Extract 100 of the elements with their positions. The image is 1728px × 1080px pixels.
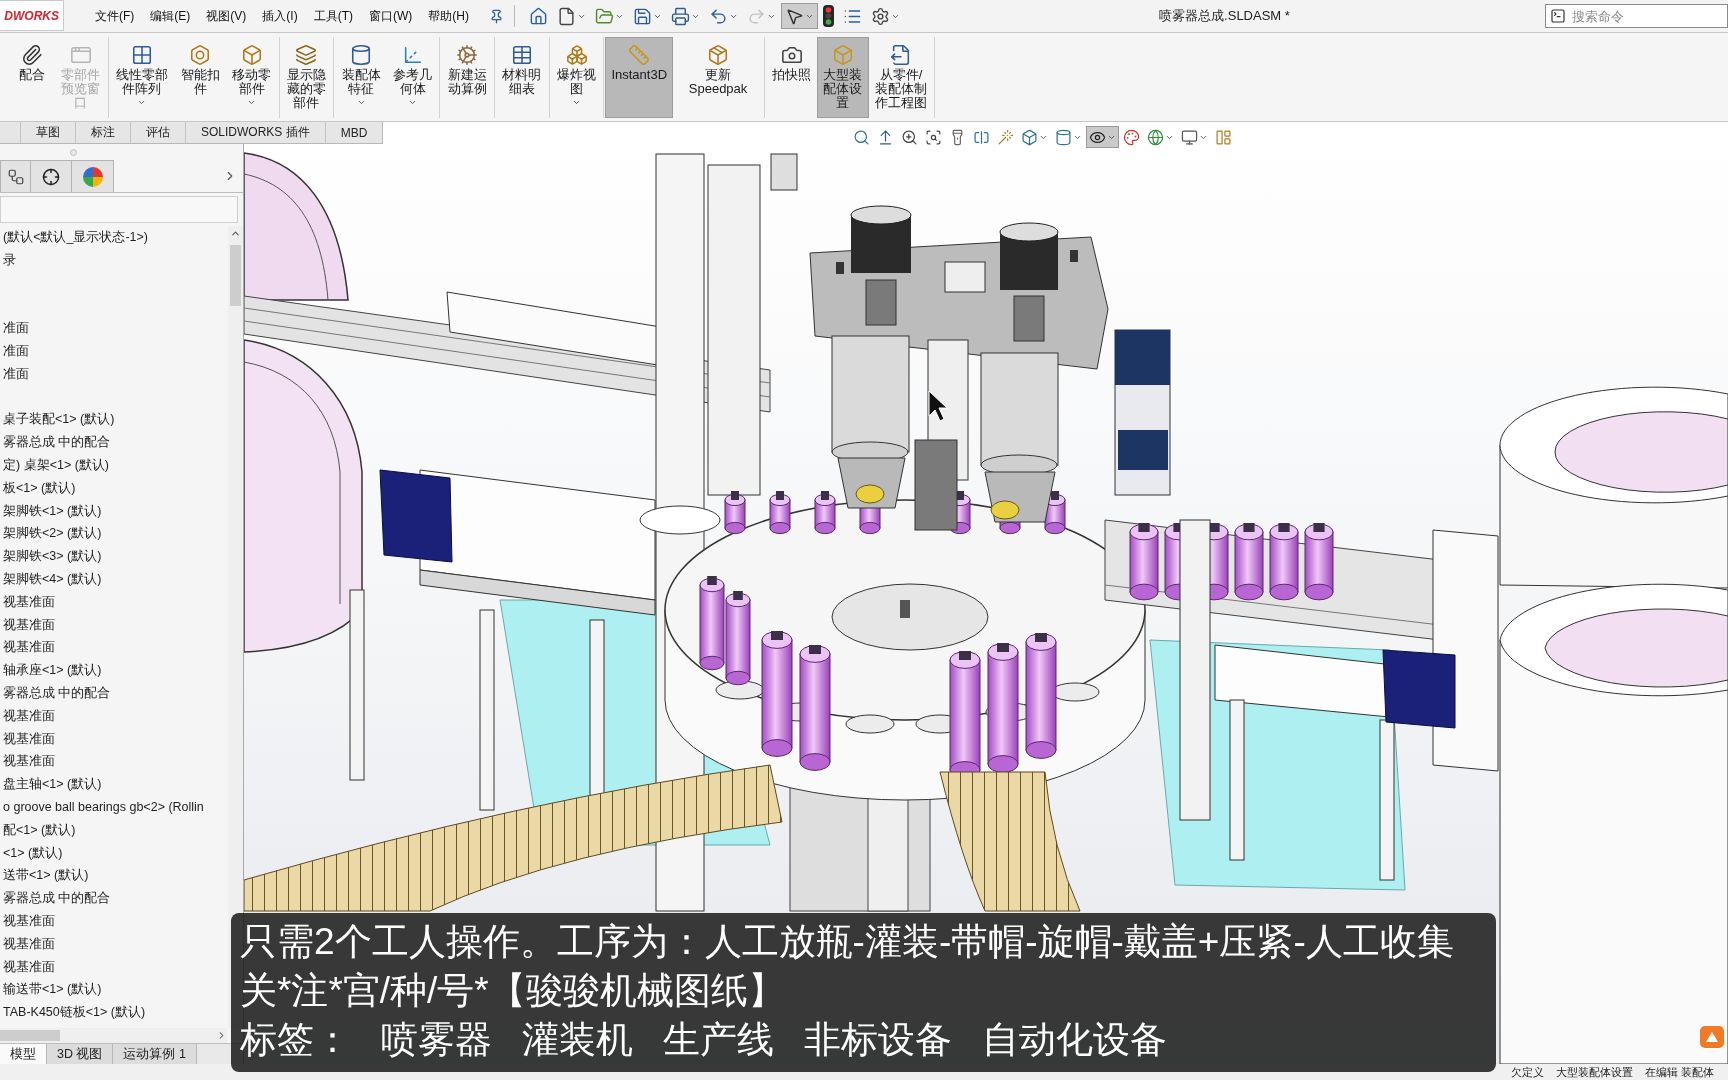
- tree-item[interactable]: 雾器总成 中的配合: [1, 433, 113, 452]
- tree-item[interactable]: 视基准面: [1, 592, 57, 611]
- menu-item[interactable]: 工具(T): [305, 4, 361, 28]
- dimxpert-tab[interactable]: [30, 160, 72, 192]
- move-component-button[interactable]: 移动零部件: [225, 37, 278, 118]
- speedpak-button[interactable]: 更新Speedpak: [673, 37, 764, 118]
- cube-icon: [1021, 128, 1038, 146]
- exploded-view-button[interactable]: 爆炸视图: [550, 37, 603, 118]
- boxes-icon: [565, 44, 588, 66]
- linear-pattern-button[interactable]: 线性零部件阵列: [109, 37, 175, 118]
- large-assembly-button[interactable]: 大型装配体设置: [817, 37, 869, 118]
- tree-item[interactable]: 准面: [1, 319, 31, 338]
- tree-item[interactable]: 架脚铁<1> (默认): [1, 501, 104, 520]
- tree-item[interactable]: 雾器总成 中的配合: [1, 683, 113, 702]
- tree-item[interactable]: 送带<1> (默认): [1, 866, 91, 885]
- grip-dot-icon[interactable]: [70, 148, 77, 156]
- menu-item[interactable]: 文件(F): [87, 4, 143, 28]
- tree-item[interactable]: 视基准面: [1, 706, 57, 725]
- make-drawing-button[interactable]: 从零件/装配体制作工程图: [868, 37, 934, 118]
- menu-item[interactable]: 窗口(W): [361, 4, 421, 28]
- paperclip-icon: [21, 44, 43, 66]
- panel-tab[interactable]: 模型: [0, 1044, 47, 1064]
- zoom-in-icon: [901, 128, 918, 146]
- scrollbar-thumb[interactable]: [0, 1030, 60, 1041]
- reference-geometry-button[interactable]: 参考几何体: [386, 37, 439, 118]
- flowchart-icon: [6, 167, 25, 186]
- tags-label: 标签：: [240, 1018, 351, 1062]
- tree-item[interactable]: 桌子装配<1> (默认): [1, 410, 117, 429]
- cylinder-icon: [1055, 128, 1072, 146]
- tree-item[interactable]: 视基准面: [1, 934, 57, 953]
- crosshair-icon: [42, 167, 60, 186]
- assembly-features-button[interactable]: 装配体特征: [335, 37, 387, 118]
- tree-item[interactable]: 准面: [1, 364, 31, 383]
- tree-item[interactable]: 视基准面: [1, 729, 57, 748]
- show-hidden-button[interactable]: 显示隐藏的零部件: [280, 37, 333, 118]
- tree-item[interactable]: 输送带<1> (默认): [1, 980, 104, 999]
- motion-study-button[interactable]: 新建运动算例: [441, 37, 494, 118]
- table-icon: [510, 44, 533, 66]
- cube-icon: [831, 44, 854, 66]
- tree-item[interactable]: 架脚铁<3> (默认): [1, 547, 104, 566]
- mouse-cursor-icon: [928, 390, 948, 422]
- panel-tab[interactable]: 运动算例 1: [113, 1044, 197, 1064]
- gear-icon: [456, 44, 479, 66]
- snapshot-button[interactable]: 拍快照: [766, 37, 818, 118]
- floating-widget-icon[interactable]: [1700, 1026, 1724, 1048]
- tree-item[interactable]: 雾器总成 中的配合: [1, 889, 113, 908]
- window-icon: [69, 44, 92, 66]
- globe-icon: [1147, 128, 1164, 146]
- configuration-tab[interactable]: [0, 160, 31, 192]
- grid-icon: [130, 44, 153, 66]
- tree-item[interactable]: 视基准面: [1, 752, 57, 771]
- tree-item[interactable]: 盘主轴<1> (默认): [1, 775, 104, 794]
- status-text: 在编辑 装配体: [1644, 1064, 1714, 1080]
- monitor-icon: [1181, 128, 1198, 146]
- tree-item[interactable]: o groove ball bearings gb<2> (Rollin: [1, 797, 206, 816]
- split-square-icon: [973, 128, 990, 146]
- display-tab[interactable]: [71, 160, 114, 192]
- mate-button[interactable]: 配合: [9, 37, 55, 118]
- layers-icon: [295, 44, 318, 66]
- tree-item[interactable]: (默认<默认_显示状态-1>): [1, 228, 150, 246]
- tree-item[interactable]: 准面: [1, 342, 31, 360]
- menu-item[interactable]: 视图(V): [198, 4, 255, 28]
- app-logo[interactable]: DWORKS: [0, 0, 64, 31]
- hide-show-button[interactable]: [1086, 126, 1119, 148]
- status-text: 欠定义: [1510, 1064, 1544, 1080]
- window-title: 喷雾器总成.SLDASM *: [1158, 7, 1291, 25]
- tree-item[interactable]: 视基准面: [1, 911, 57, 930]
- filter-field[interactable]: [0, 196, 238, 223]
- tree-item[interactable]: 架脚铁<4> (默认): [1, 569, 104, 588]
- tree-item[interactable]: 轴承座<1> (默认): [1, 661, 104, 680]
- bill-of-materials-button[interactable]: 材料明细表: [496, 37, 548, 118]
- package-icon: [707, 44, 730, 66]
- tree-item[interactable]: 视基准面: [1, 615, 57, 634]
- smart-fasteners-button[interactable]: 智能扣件: [174, 37, 226, 118]
- instant3d-button[interactable]: Instant3D: [605, 37, 674, 118]
- menu-item[interactable]: 帮助(H): [420, 4, 477, 28]
- menu-item[interactable]: 编辑(E): [142, 4, 199, 28]
- tree-item[interactable]: TAB-K450链板<1> (默认): [1, 1003, 148, 1022]
- tree-item[interactable]: 配<1> (默认): [1, 820, 78, 839]
- settings-icon: [871, 6, 890, 26]
- tree-item[interactable]: 视基准面: [1, 957, 57, 976]
- tree-item[interactable]: 视基准面: [1, 638, 57, 657]
- open-folder-icon: [595, 6, 614, 26]
- cube-icon: [240, 44, 263, 66]
- tree-item[interactable]: <1> (默认): [1, 843, 65, 862]
- menu-item[interactable]: 插入(I): [254, 4, 306, 28]
- tag-text: 生产线: [663, 1018, 774, 1062]
- select-button[interactable]: [781, 3, 818, 29]
- layout-icon: [1215, 128, 1232, 146]
- caption-text: 关*注*宫/种/号*【骏骏机械图纸】: [240, 969, 786, 1013]
- search-field[interactable]: 搜索命令: [1545, 4, 1728, 28]
- tree-item[interactable]: 架脚铁<2> (默认): [1, 524, 104, 543]
- tree-item[interactable]: 录: [1, 250, 18, 269]
- scrollbar-thumb[interactable]: [230, 245, 241, 306]
- tree-item[interactable]: 定) 桌架<1> (默认): [1, 455, 111, 474]
- horizontal-scrollbar[interactable]: [0, 1028, 227, 1043]
- panel-tab[interactable]: 3D 视图: [47, 1044, 114, 1064]
- tree-item[interactable]: 板<1> (默认): [1, 478, 78, 497]
- tag-text: 喷雾器: [381, 1018, 492, 1062]
- pin-icon: [489, 8, 504, 24]
